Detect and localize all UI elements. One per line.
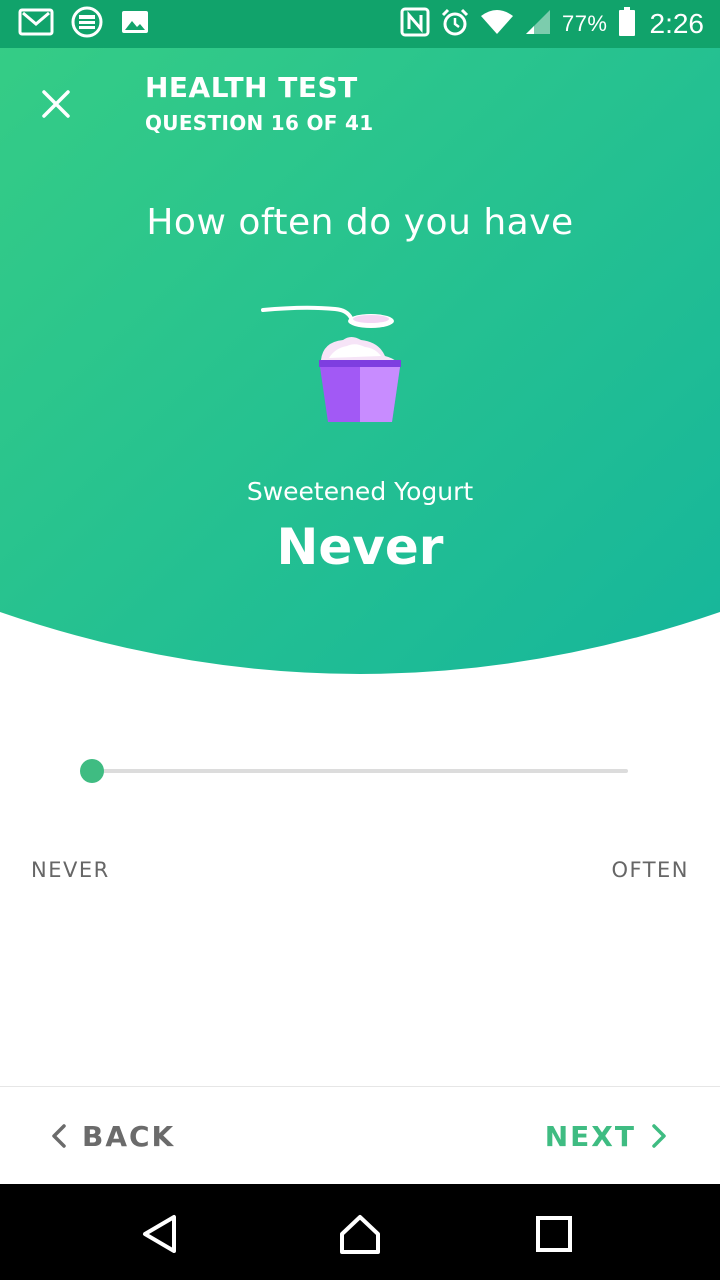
- wifi-icon: [480, 8, 514, 40]
- close-icon: [42, 90, 70, 118]
- system-home-button[interactable]: [338, 1212, 382, 1256]
- status-bar: 77% 2:26: [0, 0, 720, 48]
- nfc-icon: [400, 7, 430, 41]
- home-icon: [340, 1215, 380, 1254]
- back-label: BACK: [82, 1119, 176, 1153]
- question-navigation: BACK NEXT: [0, 1086, 720, 1185]
- header-titles: HEALTH TEST QUESTION 16 OF 41: [145, 70, 373, 137]
- health-test-screen: 77% 2:26 HEALTH TEST QUESTION 16 OF 41 H…: [0, 0, 720, 1280]
- gallery-icon: [120, 8, 150, 40]
- battery-icon: [618, 7, 636, 41]
- chevron-left-icon: [52, 1124, 66, 1148]
- page-title: HEALTH TEST: [145, 71, 358, 104]
- selected-answer: Never: [276, 518, 444, 576]
- slider-min-label: NEVER: [31, 858, 110, 882]
- battery-percent: 77%: [561, 11, 608, 36]
- question-prompt: How often do you have: [146, 202, 574, 243]
- food-name: Sweetened Yogurt: [246, 477, 474, 506]
- signal-icon: [524, 8, 552, 40]
- square-recents-icon: [536, 1216, 572, 1252]
- system-recents-button[interactable]: [532, 1212, 576, 1256]
- back-button[interactable]: BACK: [50, 1115, 175, 1157]
- next-button[interactable]: NEXT: [545, 1115, 668, 1157]
- alarm-icon: [440, 7, 470, 41]
- stack-exchange-icon: [70, 6, 104, 42]
- next-label: NEXT: [544, 1119, 636, 1153]
- slider-max-label: OFTEN: [611, 858, 689, 882]
- clock: 2:26: [649, 8, 705, 39]
- slider-track[interactable]: [92, 769, 628, 773]
- system-back-button[interactable]: [138, 1212, 182, 1256]
- notification-icons: [18, 6, 150, 42]
- yogurt-cup-icon: [255, 300, 415, 430]
- triangle-back-icon: [143, 1215, 176, 1253]
- system-navigation-bar: [0, 1184, 720, 1280]
- chevron-right-icon: [652, 1124, 666, 1148]
- close-button[interactable]: [28, 76, 84, 132]
- gmail-icon: [18, 7, 54, 41]
- frequency-slider[interactable]: [78, 756, 630, 786]
- question-progress: QUESTION 16 OF 41: [145, 111, 374, 135]
- slider-thumb[interactable]: [80, 759, 104, 783]
- system-icons: 77% 2:26: [400, 7, 705, 41]
